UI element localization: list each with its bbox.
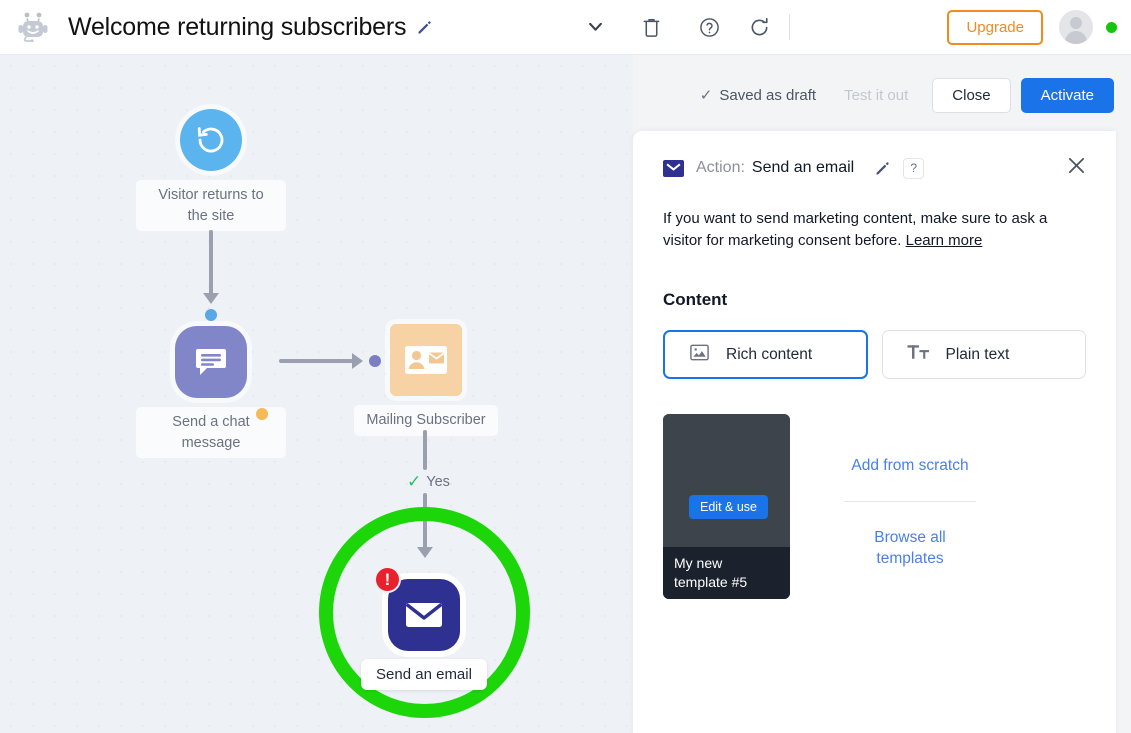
- divider: [844, 501, 976, 503]
- chatbot-logo-icon[interactable]: [14, 8, 52, 46]
- pencil-icon[interactable]: [416, 19, 433, 36]
- template-actions: Add from scratch Browse all templates: [844, 414, 976, 570]
- flow-canvas[interactable]: Visitor returns to the site Send a chat …: [0, 55, 633, 733]
- saved-status: ✓ Saved as draft: [699, 86, 817, 105]
- learn-more-link[interactable]: Learn more: [906, 232, 983, 249]
- content-type-toggle: Rich content Plain text: [663, 330, 1086, 380]
- activate-button[interactable]: Activate: [1020, 77, 1114, 113]
- contact-card-icon: [390, 324, 462, 396]
- consent-note: If you want to send marketing content, m…: [663, 208, 1083, 252]
- flow-node-mailing-subscriber[interactable]: Mailing Subscriber: [351, 324, 501, 436]
- flow-node-chat[interactable]: Send a chat message: [136, 326, 286, 459]
- content-option-plain-text-label: Plain text: [945, 345, 1010, 363]
- branch-label-text: Yes: [426, 473, 450, 490]
- edit-and-use-button[interactable]: Edit & use: [689, 495, 768, 520]
- connector-subscriber-to-email: [423, 430, 427, 470]
- browse-all-templates-link[interactable]: Browse all templates: [844, 528, 976, 570]
- add-from-scratch-link[interactable]: Add from scratch: [844, 456, 976, 477]
- image-icon: [689, 342, 710, 368]
- trash-icon[interactable]: [635, 10, 669, 44]
- template-preview: Edit & use: [663, 414, 790, 548]
- check-icon: ✓: [407, 472, 422, 491]
- connector-chat-to-subscriber: [279, 359, 354, 363]
- envelope-icon: [663, 159, 684, 177]
- panel-action-name: Send an email: [751, 159, 855, 176]
- chat-bubble-icon: [175, 326, 247, 398]
- connector-dot: [256, 408, 268, 420]
- test-it-out-button[interactable]: Test it out: [844, 87, 908, 104]
- branch-label-yes: ✓ Yes: [407, 473, 450, 490]
- flow-node-send-email-label: Send an email: [361, 659, 487, 690]
- action-settings-panel: Action: Send an email ? If you want to s…: [633, 131, 1116, 733]
- content-option-rich-content-label: Rich content: [726, 345, 813, 363]
- text-format-icon: [906, 342, 930, 367]
- app-root: Welcome returning subscribers Upgrade Vi…: [0, 0, 1131, 733]
- workflow-title: Welcome returning subscribers: [68, 12, 407, 41]
- rotate-back-icon: [180, 109, 242, 171]
- panel-header: Action: Send an email ?: [663, 155, 1086, 181]
- upgrade-button[interactable]: Upgrade: [947, 9, 1043, 45]
- saved-status-label: Saved as draft: [719, 86, 817, 104]
- help-circle-icon[interactable]: [693, 10, 727, 44]
- template-name: My new template #5: [663, 547, 790, 600]
- template-card[interactable]: Edit & use My new template #5: [663, 414, 790, 600]
- alert-badge: !: [374, 566, 401, 593]
- pencil-icon[interactable]: [874, 160, 891, 177]
- close-icon[interactable]: [1067, 156, 1086, 180]
- content-option-rich-content[interactable]: Rich content: [663, 330, 868, 380]
- panel-action-word: Action:: [696, 159, 745, 176]
- content-option-plain-text[interactable]: Plain text: [881, 330, 1086, 380]
- connector-arrow-icon: [203, 293, 219, 304]
- top-bar: Welcome returning subscribers Upgrade: [0, 0, 1131, 55]
- flow-node-trigger[interactable]: Visitor returns to the site: [136, 109, 286, 232]
- status-badge: [1106, 21, 1117, 33]
- envelope-icon: [388, 579, 460, 651]
- check-icon: ✓: [699, 87, 713, 104]
- connector-dot: [205, 309, 217, 321]
- consent-note-text: If you want to send marketing content, m…: [663, 210, 1048, 250]
- flow-node-send-email[interactable]: ! Send an email: [349, 566, 499, 690]
- close-button[interactable]: Close: [932, 77, 1011, 113]
- chevron-down-icon[interactable]: [579, 10, 613, 44]
- toolbar-divider: [788, 14, 790, 40]
- connector-trigger-to-chat: [209, 230, 213, 295]
- flow-node-trigger-label: Visitor returns to the site: [136, 180, 286, 232]
- panel-help-button[interactable]: ?: [903, 157, 925, 179]
- avatar[interactable]: [1059, 10, 1093, 44]
- content-section-title: Content: [663, 290, 728, 310]
- refresh-icon[interactable]: [743, 10, 777, 44]
- workflow-action-bar: ✓ Saved as draft Test it out Close Activ…: [700, 76, 1114, 114]
- template-selector: Edit & use My new template #5 Add from s…: [663, 414, 1086, 600]
